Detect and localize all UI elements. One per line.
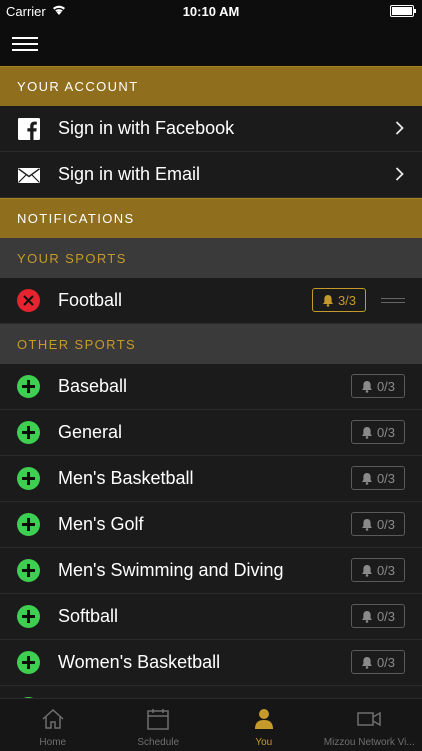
nav-bar (0, 22, 422, 66)
section-header-account: YOUR ACCOUNT (0, 66, 422, 106)
person-icon (252, 707, 276, 731)
sport-label: Softball (58, 606, 118, 627)
bell-icon (361, 380, 373, 393)
bell-icon (361, 518, 373, 531)
sport-label: Men's Basketball (58, 468, 194, 489)
section-header-notifications: NOTIFICATIONS (0, 198, 422, 238)
bell-icon (361, 472, 373, 485)
notification-count-badge[interactable]: 0/3 (351, 374, 405, 398)
sign-in-facebook-row[interactable]: Sign in with Facebook (0, 106, 422, 152)
sport-row[interactable]: Men's Swimming and Diving 0/3 (0, 548, 422, 594)
sport-label: Men's Golf (58, 514, 143, 535)
sport-label: Men's Swimming and Diving (58, 560, 284, 581)
tab-label: You (211, 737, 317, 748)
status-time: 10:10 AM (0, 4, 422, 19)
tab-home[interactable]: Home (0, 699, 106, 751)
sport-row-partial[interactable] (0, 686, 422, 698)
badge-count: 0/3 (377, 655, 395, 670)
sign-in-facebook-label: Sign in with Facebook (58, 118, 234, 139)
add-sport-icon[interactable] (17, 421, 41, 445)
remove-sport-icon[interactable] (17, 289, 41, 313)
notification-count-badge[interactable]: 0/3 (351, 604, 405, 628)
reorder-handle-icon[interactable] (381, 298, 405, 306)
home-icon (41, 707, 65, 731)
calendar-icon (146, 707, 170, 731)
sport-row[interactable]: General 0/3 (0, 410, 422, 456)
sport-row[interactable]: Softball 0/3 (0, 594, 422, 640)
add-sport-icon[interactable] (17, 513, 41, 537)
sport-row-football[interactable]: Football 3/3 (0, 278, 422, 324)
tab-schedule[interactable]: Schedule (106, 699, 212, 751)
bell-icon (361, 656, 373, 669)
battery-icon (390, 5, 414, 17)
add-sport-icon[interactable] (17, 375, 41, 399)
badge-count: 3/3 (338, 293, 356, 308)
facebook-icon (17, 117, 41, 141)
sport-row[interactable]: Men's Basketball 0/3 (0, 456, 422, 502)
badge-count: 0/3 (377, 425, 395, 440)
badge-count: 0/3 (377, 563, 395, 578)
bell-icon (361, 426, 373, 439)
sport-label: Women's Basketball (58, 652, 220, 673)
badge-count: 0/3 (377, 517, 395, 532)
chevron-right-icon (395, 167, 404, 181)
status-bar: Carrier 10:10 AM (0, 0, 422, 22)
sport-label: Football (58, 290, 122, 311)
hamburger-menu-icon[interactable] (12, 34, 38, 54)
mail-icon (17, 163, 41, 187)
sub-header-other-sports: OTHER SPORTS (0, 324, 422, 364)
notification-count-badge[interactable]: 0/3 (351, 466, 405, 490)
video-camera-icon (357, 707, 381, 731)
settings-list[interactable]: YOUR ACCOUNT Sign in with Facebook Sign … (0, 66, 422, 698)
notification-count-badge[interactable]: 0/3 (351, 420, 405, 444)
badge-count: 0/3 (377, 471, 395, 486)
chevron-right-icon (395, 121, 404, 135)
tab-label: Mizzou Network Vi... (317, 737, 422, 748)
badge-count: 0/3 (377, 609, 395, 624)
sport-row[interactable]: Baseball 0/3 (0, 364, 422, 410)
notification-count-badge[interactable]: 0/3 (351, 650, 405, 674)
notification-count-badge[interactable]: 0/3 (351, 558, 405, 582)
tab-you[interactable]: You (211, 699, 317, 751)
sport-label: General (58, 422, 122, 443)
sport-label: Baseball (58, 376, 127, 397)
tab-label: Schedule (106, 737, 212, 748)
sign-in-email-label: Sign in with Email (58, 164, 200, 185)
sub-header-your-sports: YOUR SPORTS (0, 238, 422, 278)
sport-row[interactable]: Women's Basketball 0/3 (0, 640, 422, 686)
tab-label: Home (0, 737, 106, 748)
sport-row[interactable]: Men's Golf 0/3 (0, 502, 422, 548)
sign-in-email-row[interactable]: Sign in with Email (0, 152, 422, 198)
add-sport-icon[interactable] (17, 651, 41, 675)
notification-count-badge[interactable]: 0/3 (351, 512, 405, 536)
notification-count-badge[interactable]: 3/3 (312, 288, 366, 312)
add-sport-icon[interactable] (17, 559, 41, 583)
bell-icon (361, 564, 373, 577)
tab-bar: Home Schedule You Mizzou Network Vi... (0, 698, 422, 751)
tab-mizzou-network[interactable]: Mizzou Network Vi... (317, 699, 422, 751)
bell-icon (361, 610, 373, 623)
add-sport-icon[interactable] (17, 467, 41, 491)
add-sport-icon[interactable] (17, 605, 41, 629)
badge-count: 0/3 (377, 379, 395, 394)
bell-icon (322, 294, 334, 307)
